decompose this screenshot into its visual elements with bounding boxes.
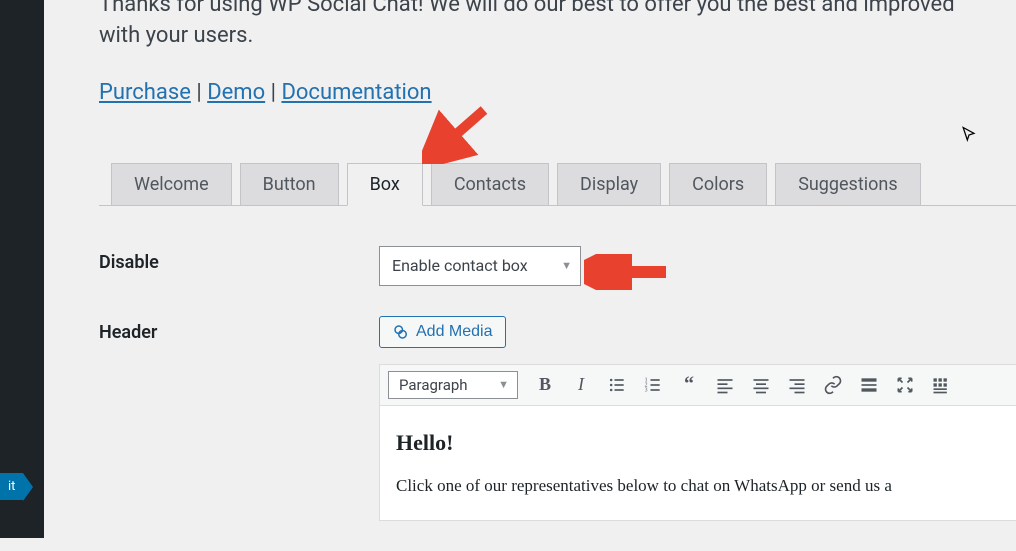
purchase-link[interactable]: Purchase xyxy=(99,80,191,105)
chevron-down-icon: ▼ xyxy=(561,259,572,272)
kitchen-sink-button[interactable] xyxy=(926,371,956,399)
header-row: Header Add Media Paragraph ▼ B I xyxy=(99,316,1016,521)
chevron-down-icon: ▼ xyxy=(498,378,509,391)
header-links: Purchase | Demo | Documentation xyxy=(99,80,1016,105)
disable-select[interactable]: Enable contact box ▼ xyxy=(379,246,581,286)
documentation-link[interactable]: Documentation xyxy=(281,80,431,105)
main-content: Thanks for using WP Social Chat! We will… xyxy=(44,0,1016,551)
italic-button[interactable]: I xyxy=(566,371,596,399)
tab-box[interactable]: Box xyxy=(347,163,423,206)
add-media-button[interactable]: Add Media xyxy=(379,316,506,348)
disable-field-wrap: Enable contact box ▼ xyxy=(379,246,1016,286)
link-button[interactable] xyxy=(818,371,848,399)
read-more-button[interactable] xyxy=(854,371,884,399)
tab-contacts[interactable]: Contacts xyxy=(431,163,549,205)
annotation-arrow xyxy=(584,254,674,290)
annotation-arrow xyxy=(422,104,492,164)
intro-text: Thanks for using WP Social Chat! We will… xyxy=(99,0,1016,52)
align-left-button[interactable] xyxy=(710,371,740,399)
settings-tabs: Welcome Button Box Contacts Display Colo… xyxy=(99,163,1016,206)
align-right-button[interactable] xyxy=(782,371,812,399)
header-field-wrap: Add Media Paragraph ▼ B I 123 “ xyxy=(379,316,1016,521)
disable-row: Disable Enable contact box ▼ xyxy=(99,246,1016,286)
bold-button[interactable]: B xyxy=(530,371,560,399)
demo-link[interactable]: Demo xyxy=(207,80,265,105)
media-icon xyxy=(392,323,410,341)
tab-button[interactable]: Button xyxy=(240,163,339,205)
format-select[interactable]: Paragraph ▼ xyxy=(388,371,518,399)
editor-paragraph: Click one of our representatives below t… xyxy=(396,476,1002,496)
tab-welcome[interactable]: Welcome xyxy=(111,163,232,205)
admin-sidebar: it xyxy=(0,0,44,538)
bullet-list-button[interactable] xyxy=(602,371,632,399)
sidebar-item-label: it xyxy=(8,479,15,494)
add-media-label: Add Media xyxy=(416,323,493,341)
cursor-icon xyxy=(959,125,979,149)
header-label: Header xyxy=(99,316,379,343)
sidebar-active-item[interactable]: it xyxy=(0,473,23,500)
align-center-button[interactable] xyxy=(746,371,776,399)
tab-suggestions[interactable]: Suggestions xyxy=(775,163,920,205)
blockquote-button[interactable]: “ xyxy=(674,371,704,399)
svg-text:3: 3 xyxy=(645,387,648,393)
fullscreen-button[interactable] xyxy=(890,371,920,399)
editor-heading: Hello! xyxy=(396,430,1002,456)
numbered-list-button[interactable]: 123 xyxy=(638,371,668,399)
disable-label: Disable xyxy=(99,246,379,273)
disable-select-value: Enable contact box xyxy=(392,256,528,275)
form-table: Disable Enable contact box ▼ Header Add … xyxy=(99,246,1016,521)
tab-colors[interactable]: Colors xyxy=(669,163,767,205)
tab-display[interactable]: Display xyxy=(557,163,661,205)
format-value: Paragraph xyxy=(399,376,468,394)
editor-content[interactable]: Hello! Click one of our representatives … xyxy=(379,406,1016,521)
editor-toolbar: Paragraph ▼ B I 123 “ xyxy=(379,364,1016,406)
